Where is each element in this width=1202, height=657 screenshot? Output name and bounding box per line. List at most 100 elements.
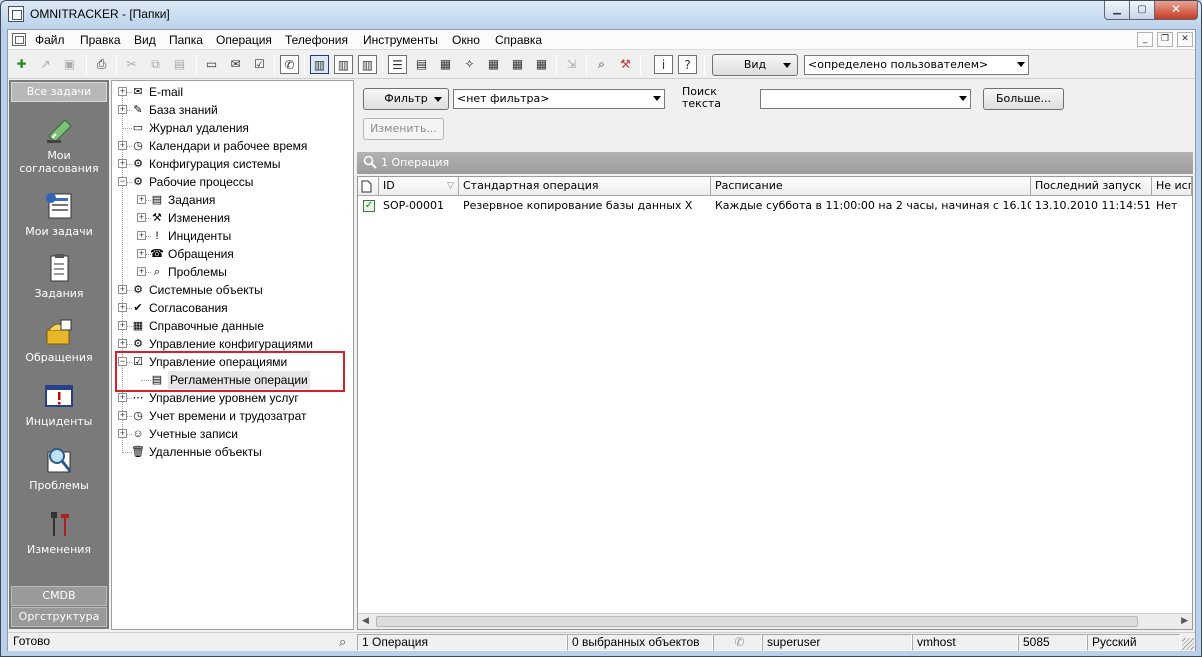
list-view-icon[interactable]: ☰ — [388, 55, 407, 74]
tree-node[interactable]: +! Инциденты — [112, 227, 352, 245]
save-icon[interactable]: ▣ — [60, 55, 79, 74]
sidebar-item-requests[interactable]: Обращения — [9, 316, 109, 364]
sidebar-item-tasks[interactable]: Задания — [9, 252, 109, 300]
view-button[interactable]: Вид — [712, 54, 798, 76]
grid-1-icon[interactable]: ▦ — [484, 55, 503, 74]
resize-grip[interactable] — [1182, 638, 1194, 650]
expand-icon[interactable]: + — [118, 285, 127, 294]
expand-icon[interactable]: + — [137, 213, 146, 222]
expand-icon[interactable]: + — [137, 249, 146, 258]
mdi-close-icon[interactable]: ✕ — [1177, 32, 1193, 47]
collapse-icon[interactable]: − — [118, 177, 127, 186]
tree-node[interactable]: ▭ Журнал удаления — [112, 119, 352, 137]
column-header-standard-operation[interactable]: Стандартная операция — [459, 177, 711, 196]
search-text-input[interactable] — [760, 89, 971, 109]
menu-view[interactable]: Вид — [134, 33, 156, 47]
new-icon[interactable]: ✚ — [12, 55, 31, 74]
info-icon[interactable]: i — [654, 55, 673, 74]
details-view-icon[interactable]: ▤ — [412, 55, 431, 74]
paste-icon[interactable]: ▤ — [170, 55, 189, 74]
menu-window[interactable]: Окно — [452, 33, 480, 47]
tree-node[interactable]: + ▦ Справочные данные — [112, 317, 352, 335]
view-combo[interactable]: <определено пользователем> — [804, 55, 1029, 75]
tree-node[interactable]: 🗑 Удаленные объекты — [112, 443, 352, 461]
expand-icon[interactable]: + — [118, 411, 127, 420]
scroll-left-icon[interactable]: ◀ — [362, 616, 369, 626]
expand-icon[interactable]: + — [137, 231, 146, 240]
tree-node[interactable]: + ☎ Обращения — [112, 245, 352, 263]
expand-icon[interactable]: + — [118, 429, 127, 438]
menu-tools[interactable]: Инструменты — [363, 33, 438, 47]
expand-icon[interactable]: + — [118, 141, 127, 150]
layout-3-icon[interactable]: ▥ — [358, 55, 377, 74]
column-header-not-used[interactable]: Не испо — [1152, 177, 1192, 196]
tools-icon[interactable]: ⚒ — [616, 55, 635, 74]
sidebar-item-my-tasks[interactable]: Мои задачи — [9, 190, 109, 238]
more-button[interactable]: Больше... — [983, 88, 1064, 110]
document-window-icon[interactable] — [12, 33, 26, 46]
expand-icon[interactable]: + — [118, 87, 127, 96]
tree-node[interactable]: + ⌕ Проблемы — [112, 263, 352, 281]
app-icon[interactable] — [8, 6, 24, 22]
cut-icon[interactable]: ✂ — [122, 55, 141, 74]
expand-icon[interactable]: + — [118, 105, 127, 114]
menu-telephony[interactable]: Телефония — [285, 33, 348, 47]
column-header-id[interactable]: ID ▽ — [379, 177, 459, 196]
column-header-schedule[interactable]: Расписание — [711, 177, 1031, 196]
menu-operation[interactable]: Операция — [216, 33, 272, 47]
open-icon[interactable]: ↗ — [36, 55, 55, 74]
scroll-thumb[interactable] — [376, 616, 1138, 627]
tree-node[interactable]: + ✔ Согласования — [112, 299, 352, 317]
scroll-right-icon[interactable]: ▶ — [1181, 616, 1188, 626]
phone-icon[interactable]: ✆ — [280, 55, 299, 74]
mdi-restore-icon[interactable]: ❐ — [1157, 32, 1173, 47]
preview-icon[interactable]: ▦ — [436, 55, 455, 74]
menu-help[interactable]: Справка — [495, 33, 542, 47]
edit-filter-button[interactable]: Изменить... — [363, 118, 444, 140]
menu-edit[interactable]: Правка — [80, 33, 121, 47]
horizontal-scrollbar[interactable]: ◀ ▶ — [358, 613, 1192, 629]
menu-file[interactable]: Файл — [35, 33, 65, 47]
mdi-minimize-icon[interactable]: _ — [1137, 32, 1153, 47]
sidebar-org-structure[interactable]: Оргструктура — [11, 607, 107, 627]
sidebar-cmdb[interactable]: CMDB — [11, 586, 107, 606]
tree-node[interactable]: + ⚙ Системные объекты — [112, 281, 352, 299]
layout-2-icon[interactable]: ▥ — [334, 55, 353, 74]
filter-combo[interactable]: <нет фильтра> — [453, 89, 665, 109]
grid-3-icon[interactable]: ▦ — [532, 55, 551, 74]
filter-button[interactable]: Фильтр — [363, 88, 449, 110]
expand-icon[interactable]: + — [118, 159, 127, 168]
grid-2-icon[interactable]: ▦ — [508, 55, 527, 74]
find-icon[interactable]: ⌕ — [592, 55, 611, 74]
checkbox-icon[interactable]: ☑ — [250, 55, 269, 74]
tree-node[interactable]: + ◷ Календари и рабочее время — [112, 137, 352, 155]
expand-icon[interactable]: + — [118, 321, 127, 330]
form-icon[interactable]: ▭ — [202, 55, 221, 74]
title-bar[interactable]: OMNITRACKER - [Папки] ▁ ▢ ✕ — [1, 1, 1201, 29]
tree-node[interactable]: + ✎ База знаний — [112, 101, 352, 119]
minimize-button[interactable]: ▁ — [1104, 1, 1130, 20]
sidebar-item-approvals[interactable]: Мои согласования — [9, 114, 109, 175]
close-button[interactable]: ✕ — [1154, 1, 1198, 20]
expand-icon[interactable]: + — [137, 195, 146, 204]
tree-node[interactable]: + ▤ Задания — [112, 191, 352, 209]
tree-node[interactable]: + ☺ Учетные записи — [112, 425, 352, 443]
tree-node[interactable]: + ⚙ Конфигурация системы — [112, 155, 352, 173]
column-header-icon[interactable] — [358, 177, 379, 196]
print-icon[interactable]: ⎙ — [92, 55, 111, 74]
expand-icon[interactable]: + — [118, 393, 127, 402]
menu-folder[interactable]: Папка — [169, 33, 203, 47]
copy-icon[interactable]: ⧉ — [146, 55, 165, 74]
tree-node[interactable]: + ✉ E-mail — [112, 83, 352, 101]
column-header-last-run[interactable]: Последний запуск — [1031, 177, 1152, 196]
expand-icon[interactable]: + — [118, 303, 127, 312]
sidebar-header[interactable]: Все задачи — [11, 82, 107, 102]
maximize-button[interactable]: ▢ — [1129, 1, 1155, 20]
help-icon[interactable]: ? — [678, 55, 697, 74]
sidebar-item-problems[interactable]: Проблемы — [9, 444, 109, 492]
tree-node[interactable]: + ◷ Учет времени и трудозатрат — [112, 407, 352, 425]
mail-icon[interactable]: ✉ — [226, 55, 245, 74]
export-icon[interactable]: ⇲ — [562, 55, 581, 74]
expand-icon[interactable]: + — [137, 267, 146, 276]
tree-node[interactable]: + ⚒ Изменения — [112, 209, 352, 227]
